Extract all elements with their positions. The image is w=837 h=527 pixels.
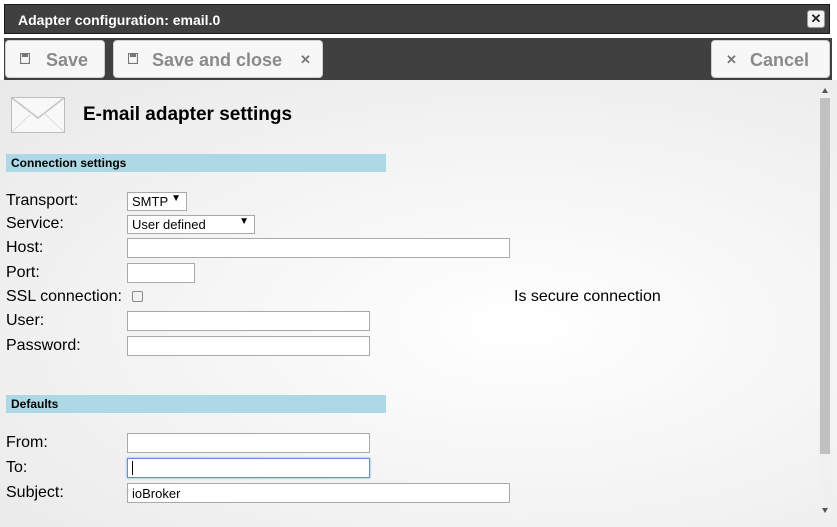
secure-connection-label: Is secure connection: [514, 288, 661, 305]
transport-select[interactable]: SMTP ▼: [127, 192, 187, 211]
save-label: Save: [46, 50, 89, 70]
password-input[interactable]: [127, 336, 370, 356]
dialog-titlebar: Adapter configuration: email.0 ✕: [4, 4, 830, 34]
dropdown-arrow-icon: ▼: [171, 193, 181, 204]
page-title: E-mail adapter settings: [83, 104, 293, 125]
vertical-scrollbar[interactable]: [819, 96, 831, 516]
save-and-close-button[interactable]: Save and close ✕: [113, 40, 323, 78]
envelope-icon: [11, 97, 65, 133]
subject-label: Subject:: [6, 484, 64, 501]
floppy-disk-icon: [128, 53, 138, 64]
ssl-checkbox[interactable]: [132, 291, 143, 302]
cancel-button[interactable]: ✕ Cancel: [711, 40, 830, 78]
save-button[interactable]: Save: [5, 40, 105, 78]
to-input[interactable]: [127, 458, 370, 478]
save-and-close-label: Save and close: [152, 50, 283, 70]
scrollbar-thumb[interactable]: [820, 98, 830, 454]
service-select[interactable]: User defined ▼: [127, 215, 255, 234]
close-icon: ✕: [300, 52, 311, 67]
transport-value: SMTP: [132, 194, 169, 209]
toolbar: Save Save and close ✕ ✕ Cancel: [4, 38, 832, 80]
transport-label: Transport:: [6, 192, 79, 209]
port-label: Port:: [6, 264, 40, 281]
user-input[interactable]: [127, 311, 370, 331]
password-label: Password:: [6, 337, 81, 354]
user-label: User:: [6, 312, 45, 329]
port-input[interactable]: [127, 263, 195, 283]
section-defaults: Defaults: [6, 395, 386, 413]
floppy-disk-icon: [20, 53, 30, 64]
service-value: User defined: [132, 217, 206, 232]
host-label: Host:: [6, 239, 44, 256]
from-input[interactable]: [127, 433, 370, 453]
service-label: Service:: [6, 215, 64, 232]
scroll-down-icon[interactable]: [822, 508, 828, 513]
settings-panel: [0, 80, 837, 527]
close-icon[interactable]: ✕: [807, 10, 825, 28]
to-label: To:: [6, 459, 28, 476]
subject-input[interactable]: [127, 483, 510, 503]
ssl-label: SSL connection:: [6, 288, 122, 305]
host-input[interactable]: [127, 238, 510, 258]
text-cursor: [132, 461, 133, 475]
section-connection-settings: Connection settings: [6, 154, 386, 172]
cancel-label: Cancel: [750, 50, 810, 70]
close-icon: ✕: [726, 52, 737, 67]
scroll-up-icon[interactable]: [822, 88, 828, 93]
dropdown-arrow-icon: ▼: [239, 216, 249, 227]
dialog-title: Adapter configuration: email.0: [18, 12, 221, 28]
from-label: From:: [6, 434, 48, 451]
